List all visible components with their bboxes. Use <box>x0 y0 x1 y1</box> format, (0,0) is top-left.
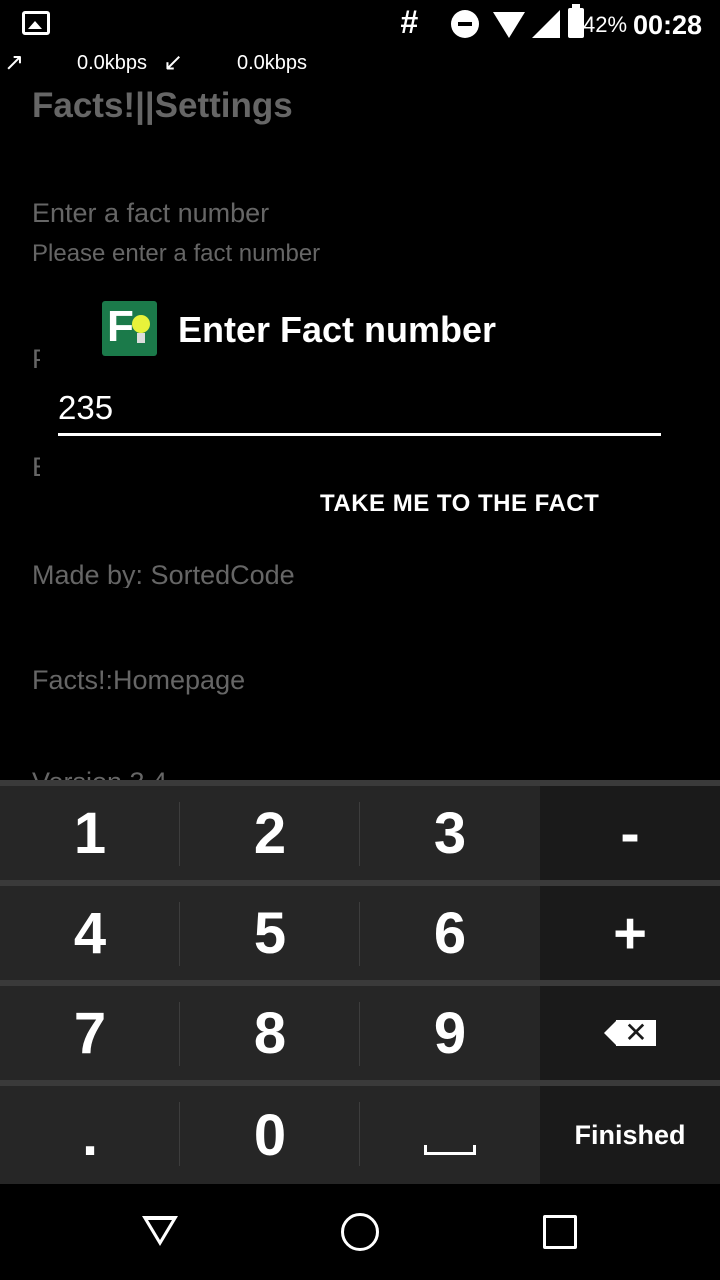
key-backspace[interactable]: ✕ <box>540 986 720 1080</box>
key-label: - <box>620 800 640 866</box>
enter-fact-dialog: F Enter Fact number TAKE ME TO THE FACT <box>40 262 680 552</box>
download-arrow-icon: ↙ <box>163 49 184 76</box>
space-bar-icon <box>424 1145 476 1155</box>
clock: 00:28 <box>633 10 703 40</box>
key-label: 6 <box>433 900 467 966</box>
battery-icon <box>568 4 584 38</box>
key-label: 9 <box>433 1000 467 1066</box>
gallery-notification-icon <box>22 11 50 35</box>
key-label: 8 <box>253 1000 287 1066</box>
made-by-text: Made by: SortedCode <box>32 560 295 588</box>
key-0[interactable]: 0 <box>180 1086 360 1184</box>
key-8[interactable]: 8 <box>180 986 360 1080</box>
key-2[interactable]: 2 <box>180 786 360 880</box>
key-space[interactable] <box>360 1086 540 1184</box>
status-bar: # 42% 00:28 <box>0 0 720 48</box>
do-not-disturb-icon <box>451 10 479 38</box>
cell-signal-icon <box>532 10 560 38</box>
finished-button[interactable]: Finished <box>540 1086 720 1184</box>
key-5[interactable]: 5 <box>180 886 360 980</box>
key-label: 5 <box>253 900 287 966</box>
key-label: + <box>613 900 647 966</box>
upload-arrow-icon: ↗ <box>4 49 25 76</box>
key-4[interactable]: 4 <box>0 886 180 980</box>
numeric-keyboard: 1 2 3 - 4 5 6 + 7 8 9 ✕ . 0 Finished <box>0 780 720 1184</box>
navigation-bar <box>0 1184 720 1280</box>
key-label: 3 <box>433 800 467 866</box>
fact-number-hint: Please enter a fact number <box>32 240 321 262</box>
page-title: Facts!||Settings <box>32 86 293 125</box>
back-icon[interactable] <box>142 1216 178 1246</box>
hash-notification-icon: # <box>400 4 418 40</box>
key-1[interactable]: 1 <box>0 786 180 880</box>
dialog-title: Enter Fact number <box>178 309 497 350</box>
upload-speed: 0.0kbps <box>77 52 148 74</box>
download-speed: 0.0kbps <box>237 52 308 74</box>
key-label: . <box>81 1102 99 1168</box>
fact-number-label[interactable]: Enter a fact number <box>32 198 269 229</box>
key-dot[interactable]: . <box>0 1086 180 1184</box>
backspace-icon: ✕ <box>604 1017 656 1048</box>
key-label: 1 <box>73 800 107 866</box>
key-label: 2 <box>253 800 287 866</box>
key-plus[interactable]: + <box>540 886 720 980</box>
key-6[interactable]: 6 <box>360 886 540 980</box>
key-3[interactable]: 3 <box>360 786 540 880</box>
homepage-link[interactable]: Facts!:Homepage <box>32 665 245 696</box>
key-label: 4 <box>73 900 107 966</box>
facts-app-icon: F <box>102 301 157 356</box>
take-me-to-fact-button[interactable]: TAKE ME TO THE FACT <box>320 490 599 518</box>
wifi-icon <box>493 12 525 38</box>
version-text: Version 3.4 <box>32 767 167 780</box>
recents-icon[interactable] <box>543 1215 577 1249</box>
key-9[interactable]: 9 <box>360 986 540 1080</box>
finished-label: Finished <box>574 1119 686 1150</box>
fact-number-input[interactable] <box>58 382 661 436</box>
key-label: 0 <box>253 1102 287 1168</box>
battery-percent: 42% <box>583 12 628 37</box>
home-icon[interactable] <box>341 1213 379 1251</box>
network-speed-row: ↗ 0.0kbps ↙ 0.0kbps <box>0 49 720 78</box>
key-minus[interactable]: - <box>540 786 720 880</box>
key-7[interactable]: 7 <box>0 986 180 1080</box>
key-label: 7 <box>73 1000 107 1066</box>
